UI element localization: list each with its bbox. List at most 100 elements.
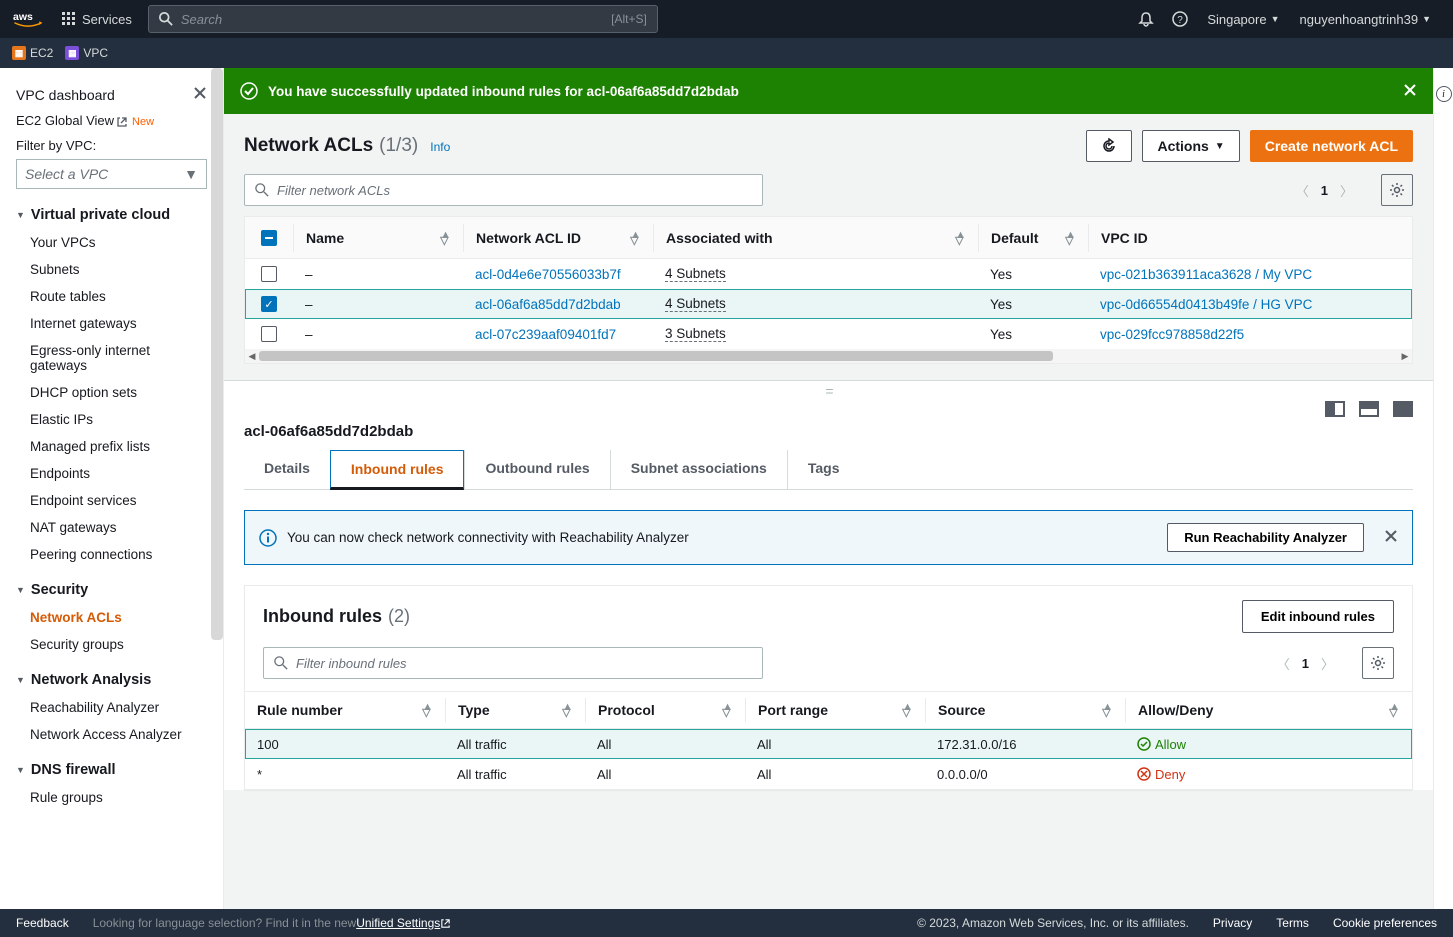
sidebar-ec2-global[interactable]: EC2 Global View <box>16 113 114 128</box>
footer-terms[interactable]: Terms <box>1276 916 1309 930</box>
rcol-src[interactable]: Source▲▽ <box>925 698 1125 722</box>
banner-close[interactable] <box>1403 83 1417 100</box>
col-id[interactable]: Network ACL ID▲▽ <box>463 224 653 252</box>
pager-next[interactable]: 〉 <box>1336 181 1357 200</box>
sub-nav-ec2[interactable]: ▦EC2 <box>12 46 53 60</box>
rules-pager-next[interactable]: 〉 <box>1317 654 1338 673</box>
sidebar-endpoint-svc[interactable]: Endpoint services <box>16 487 207 514</box>
sidebar-dhcp[interactable]: DHCP option sets <box>16 379 207 406</box>
create-nacl-button[interactable]: Create network ACL <box>1250 130 1413 162</box>
sidebar-naa[interactable]: Network Access Analyzer <box>16 721 207 748</box>
sidebar-nacl[interactable]: Network ACLs <box>16 604 207 631</box>
col-default[interactable]: Default▲▽ <box>978 224 1088 252</box>
sidebar-section-vpc[interactable]: Virtual private cloud <box>16 207 207 223</box>
inbound-rules-panel: Inbound rules(2) Edit inbound rules Filt… <box>244 585 1413 790</box>
col-assoc[interactable]: Associated with▲▽ <box>653 224 978 252</box>
sidebar-eip[interactable]: Elastic IPs <box>16 406 207 433</box>
sidebar-scrollbar[interactable] <box>211 68 223 640</box>
table-row[interactable]: ✓ – acl-06af6a85dd7d2bdab 4 Subnets Yes … <box>245 289 1412 319</box>
rules-pager: 〈 1 〉 <box>1273 654 1338 673</box>
vpc-link[interactable]: vpc-021b363911aca3628 / My VPC <box>1100 267 1312 282</box>
table-row[interactable]: – acl-07c239aaf09401fd7 3 Subnets Yes vp… <box>245 319 1412 349</box>
select-all-checkbox[interactable] <box>261 230 277 246</box>
sidebar-reach[interactable]: Reachability Analyzer <box>16 694 207 721</box>
vpc-link[interactable]: vpc-0d66554d0413b49fe / HG VPC <box>1100 297 1312 312</box>
sidebar: VPC dashboard EC2 Global ViewNew Filter … <box>0 68 224 909</box>
feedback-link[interactable]: Feedback <box>16 916 69 930</box>
run-reachability-button[interactable]: Run Reachability Analyzer <box>1167 523 1364 552</box>
actions-button[interactable]: Actions▼ <box>1142 130 1239 162</box>
nacl-link[interactable]: acl-07c239aaf09401fd7 <box>475 327 616 342</box>
tab-outbound[interactable]: Outbound rules <box>464 450 609 489</box>
rcol-type[interactable]: Type▲▽ <box>445 698 585 722</box>
sidebar-section-dns[interactable]: DNS firewall <box>16 762 207 778</box>
sidebar-section-na[interactable]: Network Analysis <box>16 672 207 688</box>
row-checkbox[interactable] <box>261 326 277 342</box>
view-mode-1[interactable] <box>1325 401 1345 417</box>
rcol-port[interactable]: Port range▲▽ <box>745 698 925 722</box>
table-settings[interactable] <box>1381 174 1413 206</box>
sidebar-peering[interactable]: Peering connections <box>16 541 207 568</box>
help-button[interactable]: ? <box>1163 11 1197 27</box>
vpc-link[interactable]: vpc-029fcc978858d22f5 <box>1100 327 1244 342</box>
region-selector[interactable]: Singapore▼ <box>1197 12 1289 27</box>
footer-privacy[interactable]: Privacy <box>1213 916 1252 930</box>
aws-logo[interactable]: aws <box>12 10 44 28</box>
search-input[interactable]: Search [Alt+S] <box>148 5 658 33</box>
rcol-ad[interactable]: Allow/Deny▲▽ <box>1125 698 1412 722</box>
rcol-proto[interactable]: Protocol▲▽ <box>585 698 745 722</box>
sidebar-route-tables[interactable]: Route tables <box>16 283 207 310</box>
notifications-button[interactable] <box>1129 11 1163 27</box>
detail-title: acl-06af6a85dd7d2bdab <box>224 423 1433 450</box>
unified-settings-link[interactable]: Unified Settings <box>356 916 451 930</box>
sidebar-rule-groups[interactable]: Rule groups <box>16 784 207 811</box>
nacl-link[interactable]: acl-0d4e6e70556033b7f <box>475 267 621 282</box>
tab-inbound[interactable]: Inbound rules <box>330 450 465 490</box>
view-mode-2[interactable] <box>1359 401 1379 417</box>
info-icon: i <box>1436 86 1452 102</box>
filter-input[interactable]: Filter network ACLs <box>244 174 763 206</box>
pager-prev[interactable]: 〈 <box>1292 181 1313 200</box>
col-name[interactable]: Name▲▽ <box>293 224 463 252</box>
row-checkbox[interactable]: ✓ <box>261 296 277 312</box>
right-panel-toggle[interactable]: i <box>1433 68 1453 909</box>
edit-inbound-button[interactable]: Edit inbound rules <box>1242 600 1394 633</box>
row-checkbox[interactable] <box>261 266 277 282</box>
table-row[interactable]: – acl-0d4e6e70556033b7f 4 Subnets Yes vp… <box>245 259 1412 289</box>
search-icon <box>274 656 288 670</box>
rules-settings[interactable] <box>1362 647 1394 679</box>
refresh-icon <box>1101 138 1117 154</box>
sidebar-section-security[interactable]: Security <box>16 582 207 598</box>
pager: 〈 1 〉 <box>1292 181 1357 200</box>
sidebar-nat[interactable]: NAT gateways <box>16 514 207 541</box>
view-mode-3[interactable] <box>1393 401 1413 417</box>
rcol-num[interactable]: Rule number▲▽ <box>245 698 445 722</box>
services-menu[interactable]: Services <box>62 12 132 27</box>
sidebar-sg[interactable]: Security groups <box>16 631 207 658</box>
sidebar-dashboard[interactable]: VPC dashboard <box>16 87 115 103</box>
info-link[interactable]: Info <box>430 140 450 154</box>
info-close[interactable] <box>1384 529 1398 546</box>
rules-pager-prev[interactable]: 〈 <box>1273 654 1294 673</box>
sidebar-igw[interactable]: Internet gateways <box>16 310 207 337</box>
footer-cookies[interactable]: Cookie preferences <box>1333 916 1437 930</box>
h-scrollbar[interactable]: ◀▶ <box>245 349 1412 363</box>
sidebar-endpoints[interactable]: Endpoints <box>16 460 207 487</box>
sidebar-your-vpcs[interactable]: Your VPCs <box>16 229 207 256</box>
tab-subnets[interactable]: Subnet associations <box>610 450 787 489</box>
sidebar-prefix[interactable]: Managed prefix lists <box>16 433 207 460</box>
sub-nav-vpc[interactable]: ▦VPC <box>65 46 108 60</box>
sidebar-close[interactable] <box>193 86 207 103</box>
nacl-link[interactable]: acl-06af6a85dd7d2bdab <box>475 297 621 312</box>
account-menu[interactable]: nguyenhoangtrinh39▼ <box>1290 12 1441 27</box>
sidebar-subnets[interactable]: Subnets <box>16 256 207 283</box>
split-handle[interactable] <box>224 381 1433 401</box>
refresh-button[interactable] <box>1086 130 1132 162</box>
sidebar-eigw[interactable]: Egress-only internet gateways <box>16 337 207 379</box>
svg-text:aws: aws <box>13 11 33 23</box>
col-vpc[interactable]: VPC ID <box>1088 224 1412 252</box>
tab-details[interactable]: Details <box>244 450 330 489</box>
tab-tags[interactable]: Tags <box>787 450 860 489</box>
rules-filter-input[interactable]: Filter inbound rules <box>263 647 763 679</box>
filter-vpc-select[interactable]: Select a VPC▼ <box>16 159 207 189</box>
